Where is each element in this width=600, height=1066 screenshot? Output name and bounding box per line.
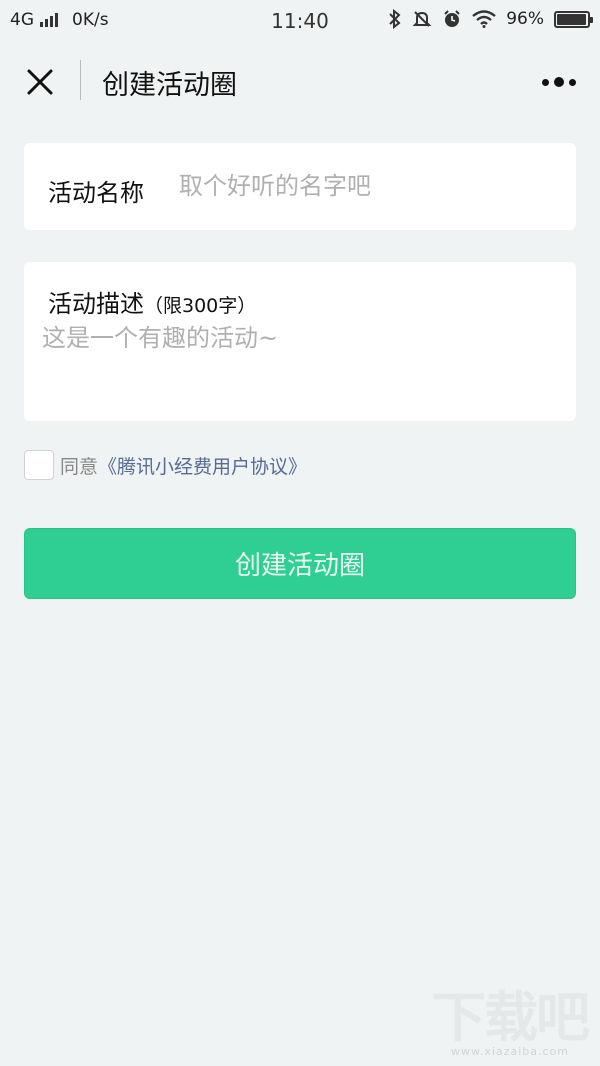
status-bar: 4G 0K/s 11:40 96%	[0, 0, 600, 40]
watermark: 下载吧 www.xiazaiba.com	[432, 986, 590, 1059]
battery-percent: 96%	[506, 9, 544, 29]
create-activity-button[interactable]: 创建活动圈	[24, 528, 576, 599]
agreement-text: 同意	[60, 455, 99, 478]
page-title: 创建活动圈	[102, 70, 237, 101]
agreement-link[interactable]: 《腾讯小经费用户协议》	[98, 452, 307, 479]
mute-bell-icon	[412, 9, 432, 29]
close-icon	[27, 69, 53, 95]
description-label-text: 活动描述	[48, 290, 144, 318]
battery-icon	[554, 10, 593, 28]
watermark-logo: 下载吧	[432, 986, 590, 1049]
more-icon-dot	[569, 78, 576, 86]
bluetooth-icon	[388, 9, 402, 29]
battery-level-fill	[557, 13, 586, 25]
watermark-url: www.xiazaiba.com	[450, 1045, 570, 1058]
activity-description-input[interactable]	[42, 318, 557, 408]
agreement-checkbox[interactable]	[24, 450, 54, 480]
more-button[interactable]	[532, 66, 586, 98]
activity-name-label: 活动名称	[48, 179, 144, 207]
navigation-bar: 创建活动圈	[0, 50, 600, 112]
more-icon-dot	[554, 77, 564, 87]
activity-description-card: 活动描述（限300字）	[24, 262, 576, 421]
activity-name-input[interactable]	[179, 163, 559, 209]
more-icon-dot	[542, 78, 549, 86]
close-button[interactable]	[18, 60, 62, 104]
alarm-icon	[442, 9, 462, 29]
status-right: 96%	[388, 9, 593, 29]
activity-description-label: 活动描述（限300字）	[48, 284, 256, 319]
description-limit: （限300字）	[144, 295, 257, 317]
activity-name-card: 活动名称	[24, 143, 576, 230]
wifi-icon	[472, 10, 496, 28]
nav-divider	[80, 60, 81, 100]
agreement-row: 同意 《腾讯小经费用户协议》	[24, 450, 307, 480]
